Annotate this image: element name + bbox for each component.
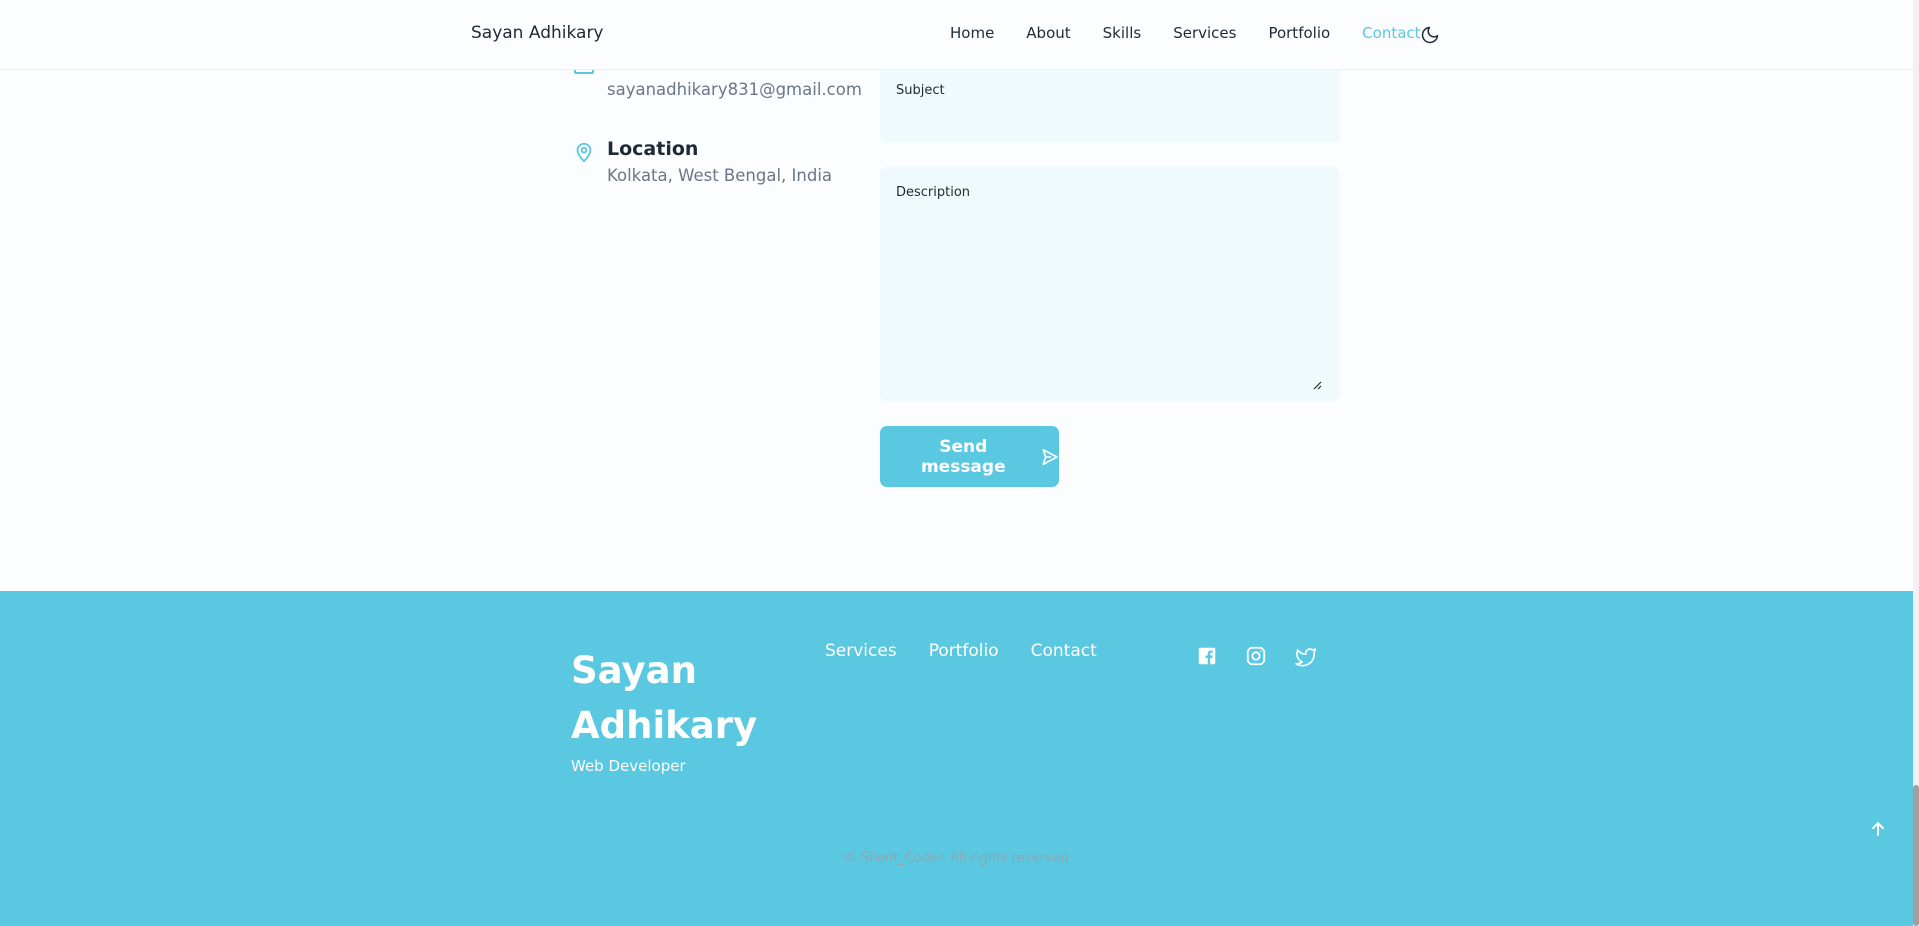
site-logo[interactable]: Sayan Adhikary (471, 23, 604, 43)
location-value: Kolkata, West Bengal, India (607, 166, 833, 185)
footer-title: Sayan Adhikary (571, 649, 758, 747)
location-title: Location (607, 138, 699, 160)
subject-label: Subject (896, 83, 945, 98)
nav-contact[interactable]: Contact (1362, 24, 1420, 42)
nav-skills[interactable]: Skills (1103, 24, 1142, 42)
footer-link-contact[interactable]: Contact (1031, 641, 1097, 661)
description-label: Description (896, 185, 971, 200)
nav-about[interactable]: About (1026, 24, 1070, 42)
footer-subtitle: Web Developer (571, 757, 686, 775)
site-header: Sayan Adhikary Home About Skills Service… (0, 0, 1913, 70)
site-footer: Sayan Adhikary Web Developer Services Po… (0, 591, 1913, 926)
send-icon (1042, 448, 1058, 465)
page-scrollbar[interactable] (1913, 0, 1919, 926)
scrollbar-thumb[interactable] (1913, 785, 1919, 926)
moon-icon[interactable] (1420, 25, 1440, 45)
send-message-label: Send message (920, 436, 1006, 477)
send-message-button[interactable]: Send message (880, 426, 1059, 487)
location-pin-icon (576, 142, 592, 163)
nav-portfolio[interactable]: Portfolio (1268, 24, 1330, 42)
subject-field[interactable]: Subject (880, 62, 1340, 143)
email-value: sayanadhikary831@gmail.com (607, 80, 862, 99)
facebook-icon[interactable] (1196, 645, 1218, 667)
nav-home[interactable]: Home (950, 24, 994, 42)
nav-services[interactable]: Services (1173, 24, 1236, 42)
twitter-icon[interactable] (1295, 645, 1317, 667)
footer-link-portfolio[interactable]: Portfolio (929, 641, 999, 661)
scroll-top-arrow-icon[interactable] (1868, 819, 1888, 839)
resize-grip-icon[interactable] (1312, 380, 1322, 390)
instagram-icon[interactable] (1245, 645, 1267, 667)
footer-links: Services Portfolio Contact (825, 641, 1129, 661)
copyright-text: © Silent_Coder. All rights reserved (844, 851, 1069, 866)
footer-link-services[interactable]: Services (825, 641, 897, 661)
description-field[interactable]: Description (880, 167, 1340, 402)
main-nav: Home About Skills Services Portfolio Con… (950, 24, 1453, 42)
